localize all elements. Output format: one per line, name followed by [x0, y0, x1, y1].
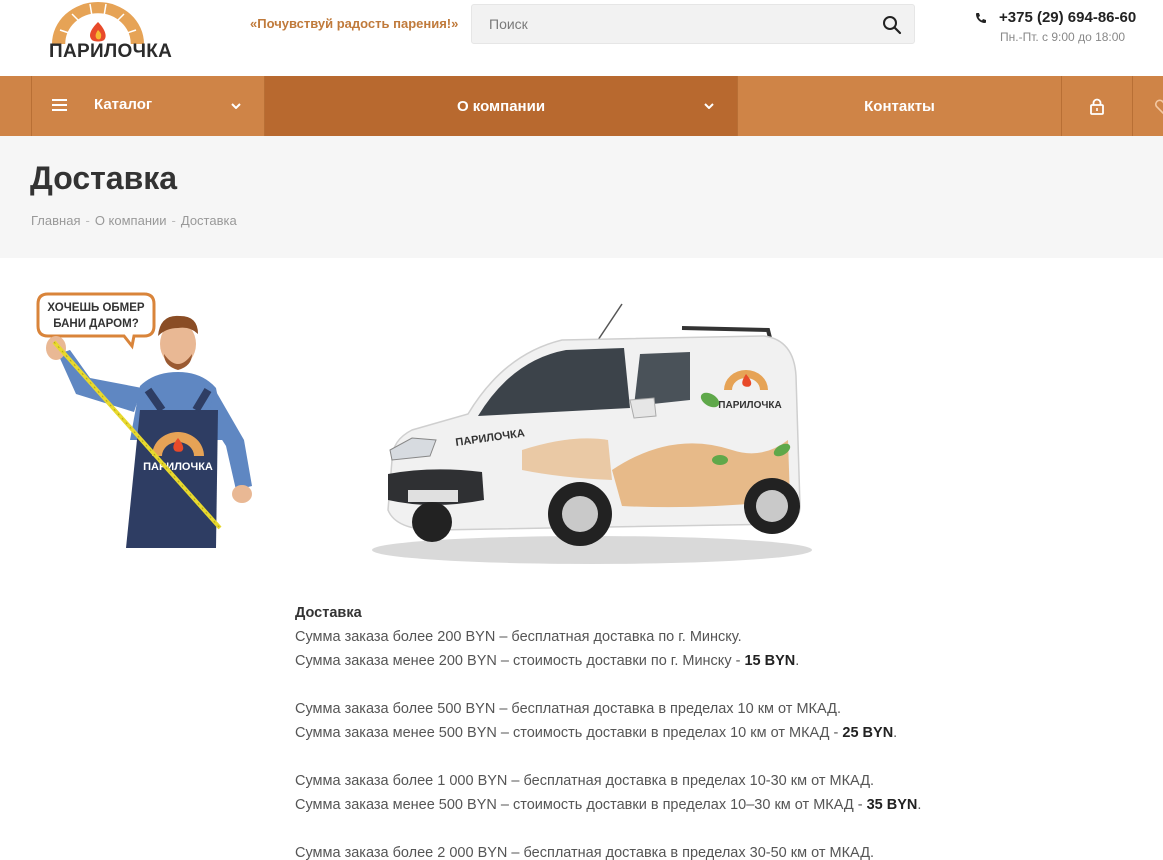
nav-about-label: О компании — [456, 97, 546, 115]
bubble-line-1: ХОЧЕШЬ ОБМЕР — [47, 302, 145, 314]
delivery-line: Сумма заказа менее 500 BYN – стоимость д… — [295, 797, 922, 813]
nav-about[interactable]: О компании — [265, 76, 737, 136]
delivery-price: 25 BYN — [842, 725, 894, 741]
lock-icon — [1090, 98, 1104, 115]
apron-logo-text: ПАРИЛОЧКА — [143, 461, 213, 473]
delivery-price: 15 BYN — [744, 653, 796, 669]
delivery-line: Сумма заказа менее 500 BYN – стоимость д… — [295, 725, 898, 741]
slogan: «Почувствуй радость парения!» — [250, 16, 459, 31]
page-header: Доставка Главная - О компании - Доставка — [0, 136, 1163, 258]
van-side-logo-text: ПАРИЛОЧКА — [718, 400, 781, 411]
delivery-line: Сумма заказа менее 200 BYN – стоимость д… — [295, 653, 800, 669]
phone-icon — [976, 13, 986, 23]
heart-icon — [1155, 99, 1163, 114]
phone-number[interactable]: +375 (29) 694-86-60 — [999, 9, 1136, 26]
bubble-line-2: БАНИ ДАРОМ? — [53, 318, 138, 330]
nav-catalog-label: Каталог — [94, 96, 153, 113]
page-title: Доставка — [30, 160, 178, 196]
logo-text[interactable]: ПАРИЛОЧКА — [49, 41, 172, 63]
delivery-heading: Доставка — [295, 605, 362, 621]
nav-contacts[interactable]: Контакты — [738, 76, 1061, 136]
breadcrumb-about[interactable]: О компании — [95, 213, 167, 228]
breadcrumb-current: Доставка — [180, 213, 237, 228]
breadcrumb-home[interactable]: Главная — [31, 213, 80, 228]
working-hours: Пн.-Пт. с 9:00 до 18:00 — [1000, 30, 1126, 44]
delivery-info: Доставка Сумма заказа более 200 BYN – бе… — [295, 601, 1135, 860]
delivery-line: Сумма заказа более 500 BYN – бесплатная … — [295, 701, 841, 717]
chevron-down-icon — [231, 103, 241, 109]
promo-banner-image[interactable]: ХОЧЕШЬ ОБМЕР БАНИ ДАРОМ? ПАРИЛОЧКА — [30, 290, 262, 548]
delivery-line: Сумма заказа более 1 000 BYN – бесплатна… — [295, 773, 875, 789]
site-header: ПАРИЛОЧКА «Почувствуй радость парения!» … — [0, 0, 1163, 76]
search-input[interactable]: Поиск — [471, 4, 915, 44]
search-icon[interactable] — [882, 15, 902, 35]
login-button[interactable] — [1062, 76, 1132, 136]
nav-catalog[interactable]: Каталог — [32, 76, 264, 136]
delivery-price: 35 BYN — [866, 797, 918, 813]
main-nav: Каталог О компании Контакты — [0, 76, 1163, 136]
delivery-van-image: ПАРИЛОЧКА ПАРИЛОЧКА — [372, 303, 812, 564]
breadcrumb: Главная - О компании - Доставка — [31, 213, 237, 228]
delivery-line: Сумма заказа более 200 BYN – бесплатная … — [295, 629, 742, 645]
menu-icon — [52, 99, 67, 111]
favorites-button[interactable] — [1133, 76, 1163, 136]
delivery-line: Сумма заказа более 2 000 BYN – бесплатна… — [295, 845, 875, 860]
chevron-down-icon — [704, 103, 714, 109]
search-placeholder: Поиск — [489, 16, 528, 32]
nav-contacts-label: Контакты — [864, 97, 935, 115]
